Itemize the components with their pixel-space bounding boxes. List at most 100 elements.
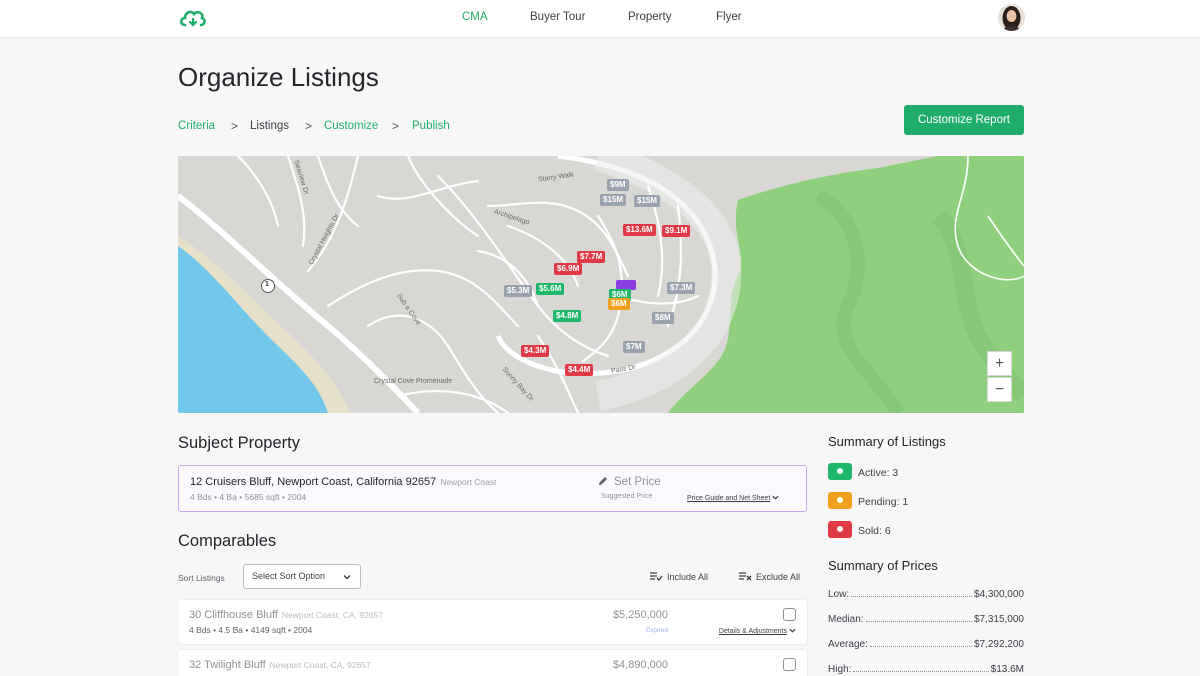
breadcrumb-separator: > [231, 119, 239, 133]
legend-pending: Pending: 1 [828, 492, 908, 509]
details-adjustments-label: Details & Adjustments [718, 628, 787, 635]
comparable-area: Newport Coast, CA, 92657 [269, 660, 371, 670]
comparable-row[interactable]: 32 Twilight Bluff Newport Coast, CA, 9265… [178, 650, 807, 676]
map-pin[interactable]: $4.8M [553, 310, 582, 322]
price-label: High: [828, 664, 852, 675]
comparable-address: 30 Cliffhouse Bluff Newport Coast, CA, 92… [189, 609, 383, 621]
map-pin[interactable]: $13.6M [623, 224, 656, 236]
set-price-button[interactable]: Set Price [597, 475, 661, 488]
price-value: $13.6M [990, 664, 1024, 675]
price-row-average: Average: $7,292,200 [828, 639, 1024, 650]
include-all-button[interactable]: Include All [649, 571, 708, 582]
comparable-include-checkbox[interactable] [783, 608, 796, 621]
legend-active: Active: 3 [828, 463, 898, 480]
zoom-in-button[interactable]: + [987, 351, 1012, 376]
subject-property-card: 12 Cruisers Bluff, Newport Coast, Califo… [178, 465, 807, 512]
nav-property[interactable]: Property [628, 11, 671, 23]
set-price-label: Set Price [614, 476, 661, 488]
breadcrumb-separator: > [392, 119, 400, 133]
dot-leader [865, 614, 972, 622]
exclude-all-button[interactable]: Exclude All [738, 571, 800, 582]
map-pin[interactable]: $6M [608, 298, 630, 310]
nav-cma[interactable]: CMA [462, 11, 488, 23]
zoom-out-button[interactable]: − [987, 377, 1012, 402]
map-pin[interactable]: $7.3M [667, 282, 696, 294]
subject-address-text: 12 Cruisers Bluff, Newport Coast, Califo… [190, 476, 437, 488]
breadcrumb-separator: > [305, 119, 313, 133]
summary-prices-heading: Summary of Prices [828, 558, 938, 573]
dot-leader [851, 589, 972, 597]
exclude-all-label: Exclude All [756, 572, 801, 582]
price-label: Average: [828, 639, 868, 650]
map-pin[interactable]: $9M [607, 179, 629, 191]
legend-sold: Sold: 6 [828, 521, 891, 538]
page-title: Organize Listings [178, 62, 379, 92]
active-count: Active: 3 [858, 467, 899, 479]
map-pin[interactable]: $8M [652, 312, 674, 324]
price-label: Median: [828, 614, 864, 625]
map-pin[interactable]: $4.3M [521, 345, 550, 357]
breadcrumb-customize[interactable]: Customize [324, 120, 378, 132]
comparable-include-checkbox[interactable] [783, 658, 796, 671]
sold-count: Sold: 6 [858, 525, 891, 537]
street-label: Crystal Cove Promenade [374, 378, 453, 385]
map-pin[interactable]: $9.1M [662, 225, 691, 237]
map-pin[interactable]: $7.7M [577, 251, 606, 263]
details-adjustments-link[interactable]: Details & Adjustments [719, 627, 796, 635]
map-pin[interactable]: $5.3M [504, 285, 533, 297]
chevron-down-icon [772, 495, 779, 500]
top-nav-bar: CMA Buyer Tour Property Flyer [0, 0, 1200, 38]
include-all-icon [650, 572, 663, 581]
subject-property-heading: Subject Property [178, 434, 300, 452]
summary-listings-heading: Summary of Listings [828, 434, 946, 449]
suggested-price-label: Suggested Price [601, 493, 653, 500]
comparable-address-text: 30 Cliffhouse Bluff [189, 609, 278, 621]
price-row-high: High: $13.6M [828, 664, 1024, 675]
price-value: $4,300,000 [973, 589, 1024, 600]
dot-leader [869, 639, 972, 647]
pending-count: Pending: 1 [858, 496, 909, 508]
price-guide-label: Price Guide and Net Sheet [687, 495, 771, 502]
map-pin[interactable]: $15M [600, 194, 627, 206]
user-avatar[interactable] [998, 4, 1025, 31]
listings-map[interactable]: Seaview Dr Crystal Heights Dr Starry Wal… [178, 156, 1024, 413]
route-marker: 1 [265, 281, 269, 288]
cloud-logo-icon[interactable] [178, 6, 208, 30]
nav-flyer[interactable]: Flyer [716, 11, 742, 23]
exclude-all-icon [739, 572, 752, 581]
price-value: $7,292,200 [973, 639, 1024, 650]
price-row-median: Median: $7,315,000 [828, 614, 1024, 625]
breadcrumb-publish[interactable]: Publish [412, 120, 450, 132]
subject-specs: 4 Bds • 4 Ba • 5685 sqft • 2004 [190, 492, 307, 502]
subject-area: Newport Coast [440, 477, 497, 487]
subject-address: 12 Cruisers Bluff, Newport Coast, Califo… [190, 476, 496, 488]
comparable-row[interactable]: 30 Cliffhouse Bluff Newport Coast, CA, 92… [178, 600, 807, 644]
price-guide-link[interactable]: Price Guide and Net Sheet [687, 494, 779, 502]
sort-select-value: Select Sort Option [252, 571, 326, 581]
comparable-address-text: 32 Twilight Bluff [189, 659, 266, 671]
breadcrumb-criteria[interactable]: Criteria [178, 120, 215, 132]
comparable-price: $4,890,000 [612, 659, 668, 671]
map-pin[interactable]: $7M [623, 341, 645, 353]
avatar-portrait-icon [998, 4, 1025, 31]
comparables-heading: Comparables [178, 532, 277, 550]
map-pin[interactable]: $4.4M [565, 364, 594, 376]
comparable-address: 32 Twilight Bluff Newport Coast, CA, 9265… [189, 659, 371, 671]
pending-pin-icon [828, 492, 852, 509]
comparable-price: $5,250,000 [612, 609, 668, 621]
pencil-icon [599, 477, 607, 485]
map-pin[interactable]: $15M [634, 195, 661, 207]
price-label: Low: [828, 589, 850, 600]
map-pin[interactable]: $6.9M [554, 263, 583, 275]
price-value: $7,315,000 [973, 614, 1024, 625]
chevron-down-icon [789, 628, 796, 633]
active-pin-icon [828, 463, 852, 480]
nav-buyer-tour[interactable]: Buyer Tour [530, 11, 585, 23]
customize-report-button[interactable]: Customize Report [904, 105, 1024, 135]
sort-listings-label: Sort Listings [178, 573, 225, 583]
map-pin[interactable]: $5.6M [536, 283, 565, 295]
breadcrumb-listings: Listings [250, 120, 289, 132]
dot-leader [853, 664, 989, 672]
sold-pin-icon [828, 521, 852, 538]
sort-select[interactable]: Select Sort Option [243, 564, 361, 589]
